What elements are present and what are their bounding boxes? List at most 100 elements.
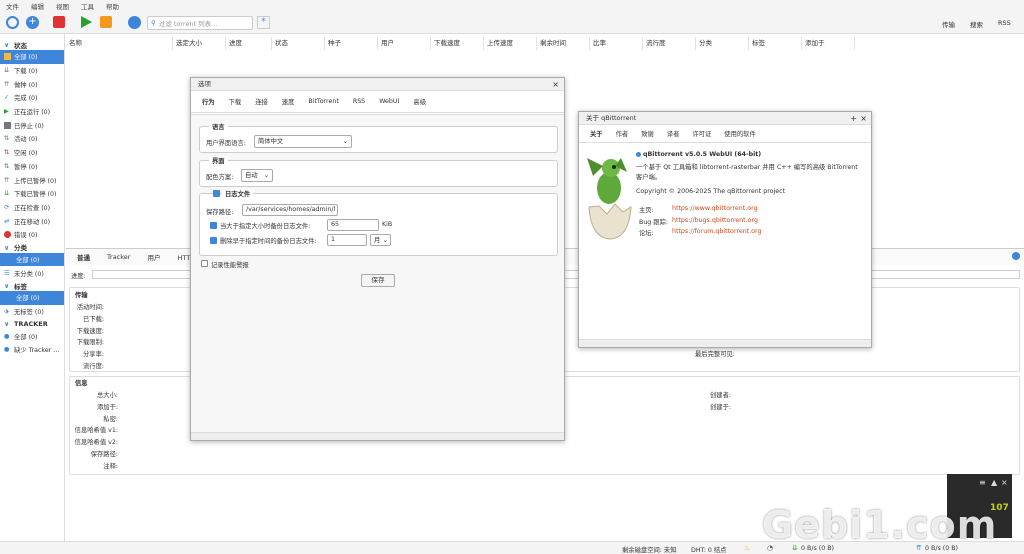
menu-edit[interactable]: 编辑 — [31, 1, 44, 11]
col-added[interactable]: 添加于 — [802, 37, 855, 50]
tab-search[interactable]: 搜索 — [970, 19, 983, 29]
col-status[interactable]: 状态 — [272, 37, 325, 50]
delete-age-input[interactable]: 1 — [327, 234, 367, 246]
tab-downloads[interactable]: 下载 — [229, 97, 242, 106]
col-dlspeed[interactable]: 下载速度 — [431, 37, 484, 50]
col-peers[interactable]: 用户 — [378, 37, 431, 50]
tab-software-used[interactable]: 使用的软件 — [724, 129, 755, 138]
menu-file[interactable]: 文件 — [6, 1, 19, 11]
sidebar-item-stopped[interactable]: 已停止 (0) — [0, 118, 64, 132]
backup-size-input[interactable]: 65 — [327, 219, 379, 231]
pin-icon: ● — [4, 332, 10, 340]
save-path-input[interactable]: /var/services/homes/admin/l — [242, 204, 338, 216]
close-icon[interactable]: × — [860, 112, 867, 125]
tab-peers[interactable]: 用户 — [147, 252, 160, 262]
stop-icon[interactable] — [100, 16, 112, 28]
start-icon[interactable] — [81, 16, 92, 28]
sidebar-item-seeding[interactable]: ⇈ 做种 (0) — [0, 77, 64, 91]
tab-rss-opt[interactable]: RSS — [353, 98, 365, 105]
col-ratio[interactable]: 比率 — [590, 37, 643, 50]
sidebar-item-stalled[interactable]: ⇅ 暂停 (0) — [0, 160, 64, 174]
ui-language-select[interactable]: 简体中文 ⌄ — [254, 135, 352, 148]
tab-webui[interactable]: WebUI — [379, 98, 399, 105]
pin-window-icon[interactable]: + — [850, 112, 857, 125]
sidebar-item-uncategorized[interactable]: ☰ 未分类 (0) — [0, 266, 64, 280]
home-link[interactable]: https://www.qbittorrent.org — [672, 205, 758, 212]
sidebar-header-trackers[interactable]: ∨ TRACKER — [0, 318, 64, 329]
info-fields: 总大小: 添加于: 私密: 信息哈希值 v1: 信息哈希值 v2: 保存路径: … — [60, 390, 118, 473]
tab-translators[interactable]: 译者 — [667, 129, 680, 138]
forum-link[interactable]: https://forum.qbittorrent.org — [672, 228, 761, 235]
qb-logo-icon — [636, 152, 641, 157]
sidebar-item-downloading[interactable]: ⇊ 下载 (0) — [0, 64, 64, 78]
menu-icon[interactable]: ≡ — [979, 478, 986, 487]
tab-speed[interactable]: 速度 — [282, 97, 295, 106]
sidebar-header-categories[interactable]: ∨ 分类 — [0, 242, 64, 253]
menu-view[interactable]: 视图 — [56, 1, 69, 11]
col-eta[interactable]: 剩余时间 — [537, 37, 590, 50]
about-titlebar[interactable]: 关于 qBittorrent + × — [579, 112, 871, 125]
sidebar-item-all[interactable]: 全部 (0) — [0, 50, 64, 64]
search-input[interactable]: ⚲ 过滤 torrent 列表... — [147, 16, 253, 30]
collapse-icon[interactable] — [1012, 252, 1020, 260]
col-progress[interactable]: 进度 — [226, 37, 272, 50]
sidebar-item-inactive[interactable]: ⇅ 空闲 (0) — [0, 146, 64, 160]
close-icon[interactable]: × — [552, 78, 559, 91]
add-link-icon[interactable] — [6, 16, 19, 29]
tab-connection[interactable]: 连接 — [255, 97, 268, 106]
triangle-up-icon[interactable]: ▲ — [991, 478, 997, 487]
delete-icon[interactable] — [53, 16, 65, 28]
sidebar-item-tracker-all[interactable]: ● 全部 (0) — [0, 329, 64, 343]
tab-license[interactable]: 许可证 — [692, 129, 711, 138]
sidebar-header-tags[interactable]: ∨ 标签 — [0, 280, 64, 291]
options-titlebar[interactable]: 选项 × — [191, 78, 564, 91]
tab-trackers[interactable]: Tracker — [107, 253, 130, 261]
col-category[interactable]: 分类 — [696, 37, 749, 50]
sidebar-header-status[interactable]: ∨ 状态 — [0, 39, 64, 50]
col-seeds[interactable]: 种子 — [325, 37, 378, 50]
sidebar-item-stalled-up[interactable]: ⇈ 上传已暂停 (0) — [0, 173, 64, 187]
tab-transfers[interactable]: 传输 — [942, 19, 955, 29]
sidebar-item-completed[interactable]: ✓ 完成 (0) — [0, 91, 64, 105]
tab-rss[interactable]: RSS — [998, 19, 1011, 27]
sidebar-item-active[interactable]: ⇅ 活动 (0) — [0, 132, 64, 146]
theme-select[interactable]: 自动 ⌄ — [241, 169, 273, 182]
col-tags[interactable]: 标签 — [749, 37, 802, 50]
options-content: 语言 用户界面语言: 简体中文 ⌄ 界面 配色方案: 自动 ⌄ 日志文件 保存路径:… — [191, 114, 564, 432]
sidebar-item-checking[interactable]: ⟳ 正在检查 (0) — [0, 201, 64, 215]
add-file-icon[interactable]: + — [26, 16, 39, 29]
close-icon[interactable]: × — [1001, 478, 1008, 487]
col-upspeed[interactable]: 上传速度 — [484, 37, 537, 50]
delete-checkbox[interactable] — [210, 237, 217, 244]
bug-link[interactable]: https://bugs.qbittorrent.org — [672, 217, 758, 224]
perf-checkbox[interactable] — [201, 260, 208, 267]
sidebar-item-tag-all[interactable]: 全部 (0) — [0, 291, 64, 305]
sidebar-item-untagged[interactable]: ⬗ 无标签 (0) — [0, 305, 64, 319]
col-popularity[interactable]: 流行度 — [643, 37, 696, 50]
sidebar-item-moving[interactable]: ⇄ 正在移动 (0) — [0, 214, 64, 228]
tab-about[interactable]: 关于 — [590, 129, 603, 138]
perf-label: 记录性能警报 — [211, 262, 249, 269]
tab-special-thanks[interactable]: 致谢 — [641, 129, 654, 138]
menu-tools[interactable]: 工具 — [81, 1, 94, 11]
regex-icon[interactable]: * — [257, 16, 270, 29]
menu-help[interactable]: 帮助 — [106, 1, 119, 11]
tab-advanced[interactable]: 高级 — [413, 97, 426, 106]
sidebar-item-trackerless[interactable]: ● 缺少 Tracker ... — [0, 343, 64, 357]
logfile-checkbox[interactable] — [213, 190, 220, 197]
gear-icon[interactable] — [128, 16, 141, 29]
sidebar-item-category-all[interactable]: 全部 (0) — [0, 252, 64, 267]
tab-behavior[interactable]: 行为 — [202, 97, 215, 106]
sidebar-item-stalled-down[interactable]: ⇊ 下载已暂停 (0) — [0, 187, 64, 201]
tab-authors[interactable]: 作者 — [616, 129, 629, 138]
tab-bittorrent[interactable]: BitTorrent — [308, 98, 338, 105]
sidebar-item-running[interactable]: ▶ 正在运行 (0) — [0, 105, 64, 119]
delete-unit-select[interactable]: 月 ⌄ — [370, 234, 391, 246]
col-name[interactable]: 名称 — [66, 37, 173, 50]
options-tabs: 行为 下载 连接 速度 BitTorrent RSS WebUI 高级 — [191, 91, 564, 113]
backup-checkbox[interactable] — [210, 222, 217, 229]
save-button[interactable]: 保存 — [361, 274, 395, 287]
tab-general[interactable]: 普通 — [77, 252, 90, 262]
sidebar-item-errored[interactable]: 错误 (0) — [0, 228, 64, 242]
col-size[interactable]: 选定大小 — [173, 37, 226, 50]
